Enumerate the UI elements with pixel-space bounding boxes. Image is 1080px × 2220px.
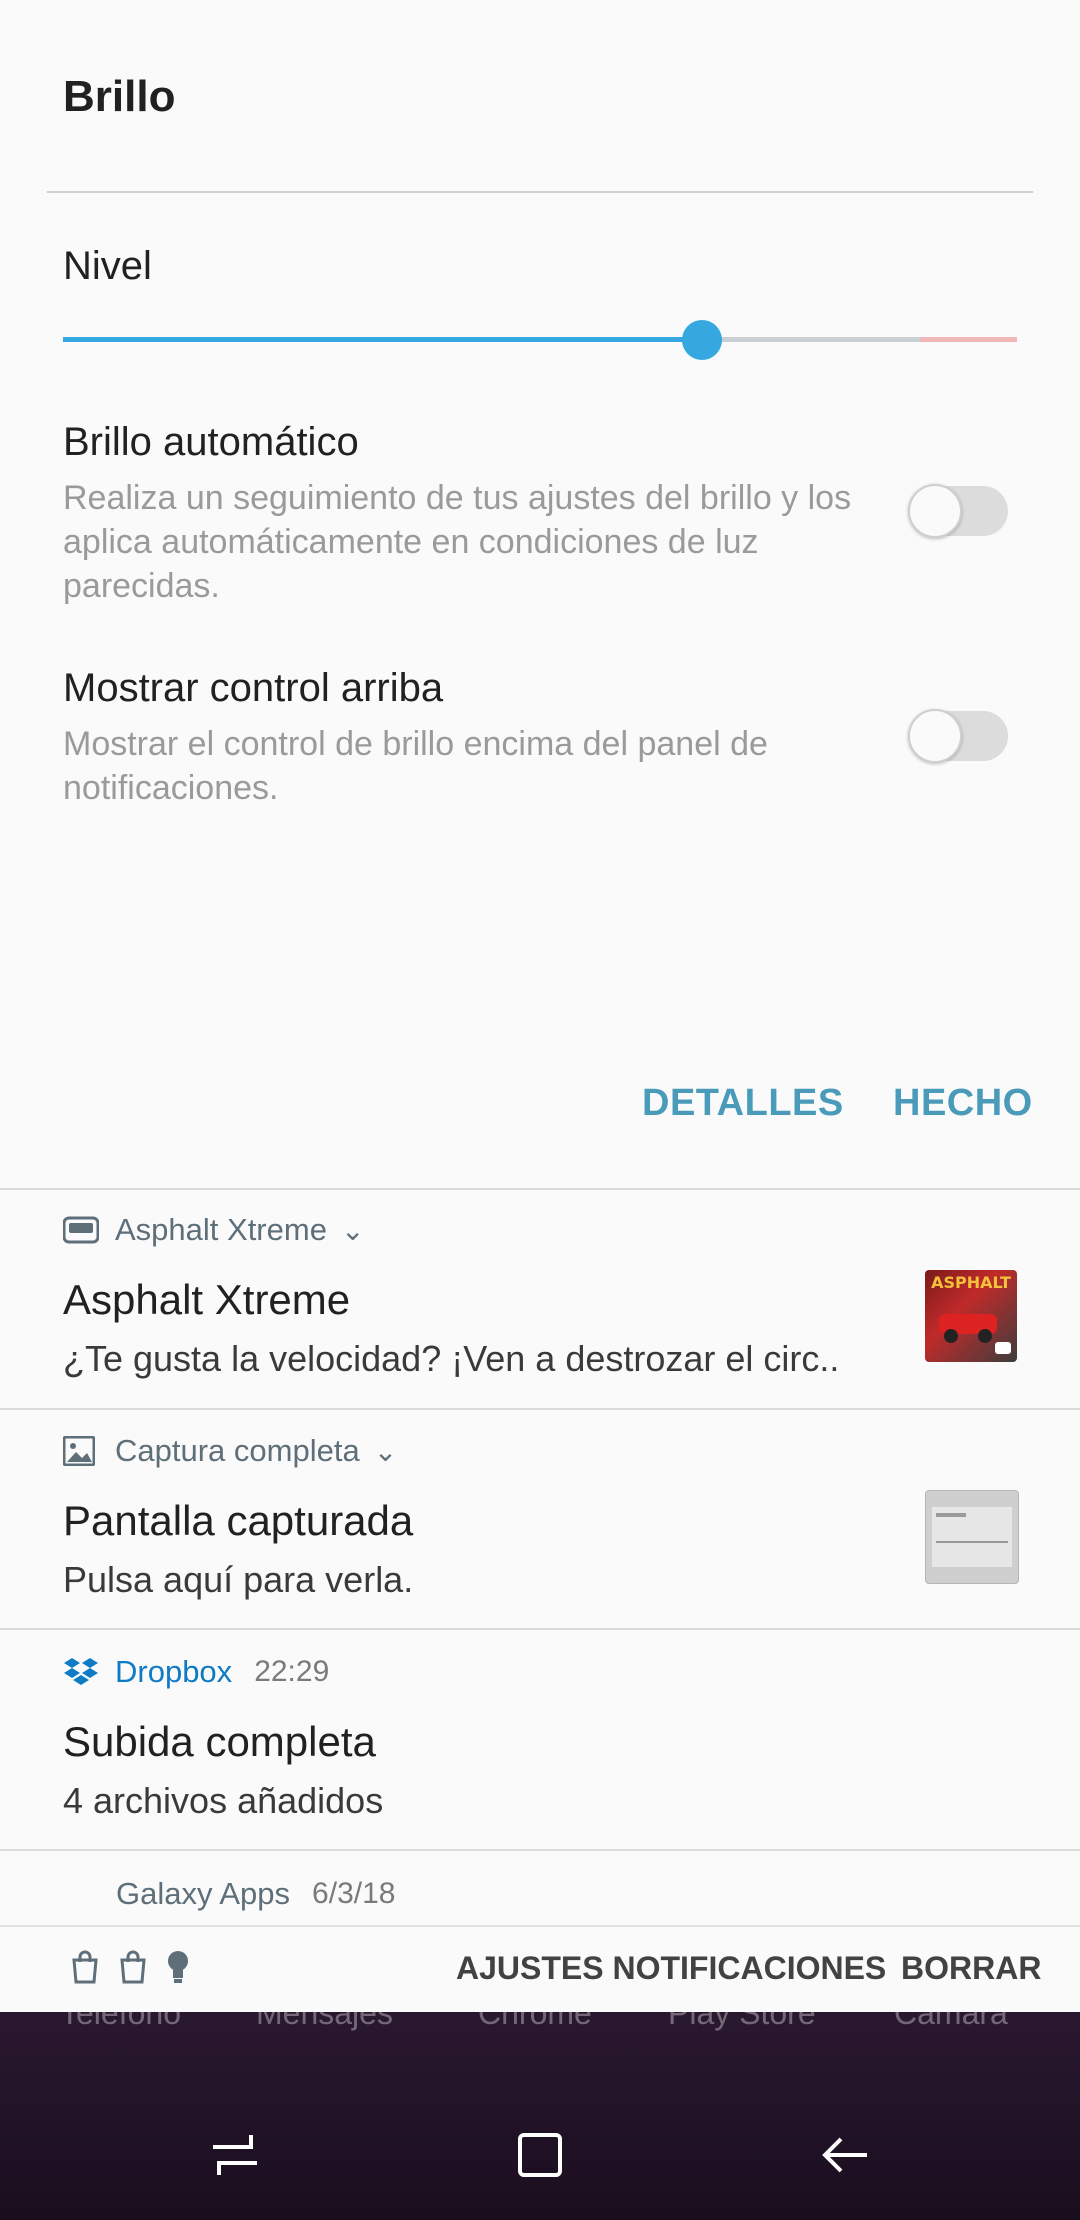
notification-title[interactable]: Asphalt Xtreme bbox=[63, 1276, 350, 1324]
chevron-down-icon[interactable]: ⌄ bbox=[341, 1214, 364, 1247]
notification-header[interactable]: Captura completa ⌄ bbox=[62, 1433, 397, 1469]
screenshot-thumbnail bbox=[925, 1490, 1019, 1584]
asphalt-thumbnail: ASPHALT bbox=[925, 1270, 1017, 1362]
notification-body[interactable]: Pulsa aquí para verla. bbox=[63, 1559, 883, 1601]
notification-app-name: Galaxy Apps bbox=[116, 1876, 291, 1911]
brightness-slider-fill bbox=[63, 337, 703, 342]
toggle-knob bbox=[908, 484, 962, 538]
toggle-knob bbox=[908, 709, 962, 763]
auto-brightness-title[interactable]: Brillo automático bbox=[63, 420, 359, 465]
notification-separator bbox=[0, 1408, 1080, 1410]
notification-time: 6/3/18 bbox=[312, 1877, 396, 1910]
panel-title: Brillo bbox=[63, 72, 176, 121]
show-control-top-description: Mostrar el control de brillo encima del … bbox=[63, 725, 768, 807]
svg-text:ASPHALT: ASPHALT bbox=[931, 1273, 1011, 1292]
level-label: Nivel bbox=[63, 244, 152, 288]
home-icon[interactable] bbox=[510, 2125, 570, 2185]
show-control-top-toggle[interactable] bbox=[908, 709, 1008, 763]
recents-icon[interactable] bbox=[205, 2125, 265, 2185]
notification-app-name: Asphalt Xtreme bbox=[115, 1212, 327, 1247]
notification-separator bbox=[0, 1628, 1080, 1630]
notification-app-name: Dropbox bbox=[115, 1654, 233, 1689]
gamepad-icon bbox=[62, 1215, 100, 1245]
notification-body[interactable]: 4 archivos añadidos bbox=[63, 1780, 883, 1822]
notification-time: 22:29 bbox=[254, 1655, 330, 1688]
notification-body[interactable]: ¿Te gusta la velocidad? ¡Ven a destrozar… bbox=[63, 1338, 883, 1380]
brightness-slider-high-zone bbox=[920, 337, 1017, 342]
home-dock bbox=[0, 2010, 1080, 2220]
auto-brightness-description: Realiza un seguimiento de tus ajustes de… bbox=[63, 479, 852, 605]
show-control-top-title[interactable]: Mostrar control arriba bbox=[63, 666, 443, 711]
title-divider bbox=[47, 191, 1033, 193]
notification-settings-button[interactable]: AJUSTES NOTIFICACIONES bbox=[456, 1950, 886, 1987]
notification-header[interactable]: Galaxy Apps 6/3/18 bbox=[116, 1876, 395, 1912]
clear-button[interactable]: BORRAR bbox=[901, 1950, 1041, 1987]
notification-title[interactable]: Pantalla capturada bbox=[63, 1497, 413, 1545]
notification-title[interactable]: Subida completa bbox=[63, 1718, 376, 1766]
auto-brightness-toggle[interactable] bbox=[908, 484, 1008, 538]
notification-header[interactable]: Dropbox 22:29 bbox=[63, 1654, 329, 1690]
image-icon bbox=[62, 1435, 99, 1467]
back-icon[interactable] bbox=[815, 2125, 875, 2185]
brightness-slider-thumb[interactable] bbox=[682, 320, 723, 360]
details-button[interactable]: DETALLES bbox=[642, 1082, 844, 1125]
shopping-bag-icon bbox=[118, 1950, 148, 1984]
notification-separator bbox=[0, 1849, 1080, 1851]
panel-separator bbox=[0, 1188, 1080, 1190]
notification-header[interactable]: Asphalt Xtreme ⌄ bbox=[62, 1212, 364, 1248]
shopping-bag-icon bbox=[70, 1950, 100, 1984]
chevron-down-icon[interactable]: ⌄ bbox=[374, 1435, 397, 1468]
lightbulb-icon bbox=[166, 1950, 196, 1984]
done-button[interactable]: HECHO bbox=[893, 1082, 1033, 1125]
notification-app-name: Captura completa bbox=[115, 1433, 360, 1468]
dropbox-icon bbox=[63, 1657, 99, 1687]
